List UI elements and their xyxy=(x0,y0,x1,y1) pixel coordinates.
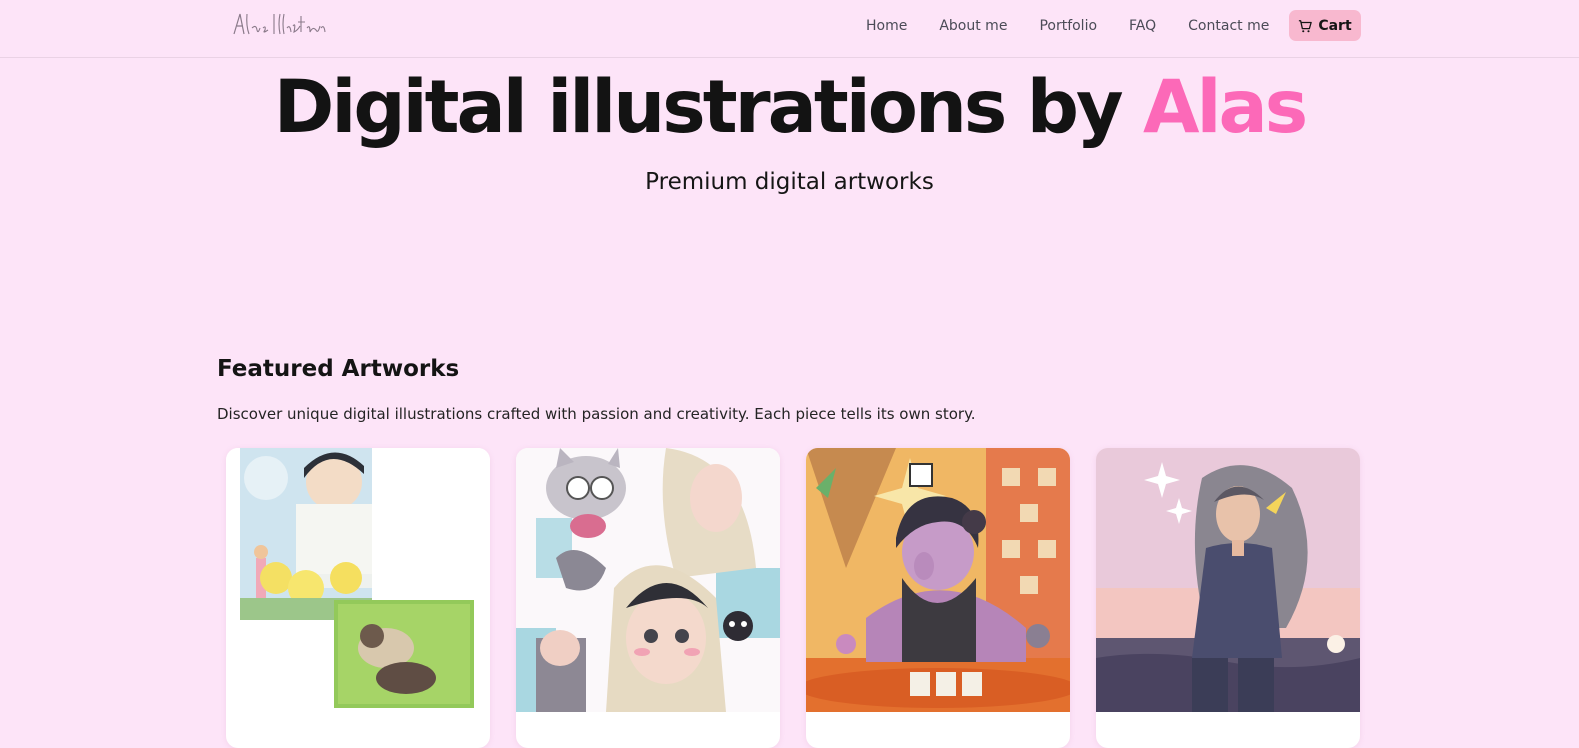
artwork-card-2[interactable] xyxy=(516,448,780,748)
hero-title-accent: Alas xyxy=(1143,65,1308,150)
nav-portfolio[interactable]: Portfolio xyxy=(1023,10,1113,42)
cart-label: Cart xyxy=(1318,17,1352,34)
hero-title-main: Digital illustrations by xyxy=(273,65,1144,150)
featured-heading: Featured Artworks xyxy=(217,356,460,382)
artwork-boy-playful-backdrop xyxy=(806,448,1070,712)
hero-subtitle: Premium digital artworks xyxy=(645,169,934,195)
nav-contact-me[interactable]: Contact me xyxy=(1172,10,1285,42)
site-logo[interactable] xyxy=(230,8,330,42)
main-nav: Home About me Portfolio FAQ Contact me xyxy=(850,10,1285,42)
artwork-cat-girls-sketch xyxy=(516,448,780,712)
artwork-girl-sea-sunset xyxy=(1096,448,1360,712)
nav-home[interactable]: Home xyxy=(850,10,923,42)
nav-faq[interactable]: FAQ xyxy=(1113,10,1172,42)
hero-title: Digital illustrations by Alas xyxy=(0,64,1579,152)
cart-button[interactable]: Cart xyxy=(1289,10,1361,41)
artwork-card-3[interactable] xyxy=(806,448,1070,748)
featured-description: Discover unique digital illustrations cr… xyxy=(217,405,976,423)
artwork-card-1[interactable] xyxy=(226,448,490,748)
nav-about-me[interactable]: About me xyxy=(923,10,1023,42)
artwork-card-4[interactable] xyxy=(1096,448,1360,748)
artwork-grid xyxy=(226,448,1360,748)
site-header: Home About me Portfolio FAQ Contact me C… xyxy=(0,0,1579,58)
cart-icon xyxy=(1298,19,1313,33)
artwork-boy-garden xyxy=(226,448,490,712)
